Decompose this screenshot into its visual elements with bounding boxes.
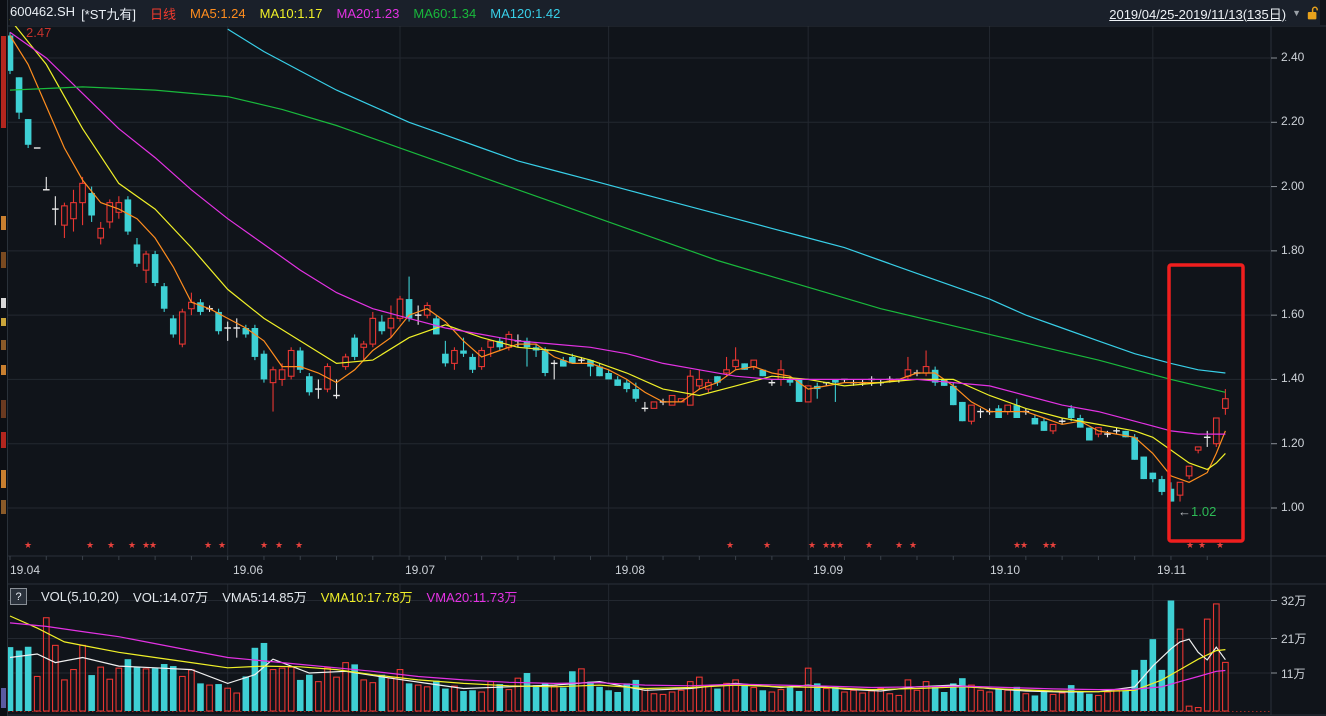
event-star-marker: ★ <box>260 541 268 551</box>
stock-symbol: 600462.SH <box>10 3 76 19</box>
edge-panel-fragment <box>1 365 6 375</box>
unlock-icon[interactable] <box>1307 6 1320 21</box>
event-star-marker: ★ <box>909 541 917 551</box>
vma10-label: VMA10:17.78万 <box>320 590 413 605</box>
event-star-marker: ★ <box>895 541 903 551</box>
left-edge-panel-sliver <box>0 0 8 716</box>
vma5-label: VMA5:14.85万 <box>222 590 307 605</box>
event-star-marker: ★ <box>24 541 32 551</box>
price-axis-label: 2.00 <box>1281 178 1305 193</box>
event-star-marker: ★ <box>1020 541 1028 551</box>
time-axis-label: 19.04 <box>10 563 41 577</box>
volume-axis-label: 21万 <box>1281 632 1307 647</box>
ma-label: MA5:1.24 <box>189 5 246 21</box>
edge-panel-fragment <box>1 252 6 268</box>
edge-panel-fragment <box>1 318 6 326</box>
price-axis-label: 1.00 <box>1281 500 1305 514</box>
event-star-marker: ★ <box>107 541 115 551</box>
price-axis-label: 2.40 <box>1281 50 1305 64</box>
price-axis-label: 1.60 <box>1281 307 1305 322</box>
event-star-marker: ★ <box>836 541 844 551</box>
event-star-marker: ★ <box>149 541 157 551</box>
volume-current-label: VOL:14.07万 <box>133 590 209 605</box>
time-axis-label: 19.11 <box>1157 563 1187 577</box>
event-star-marker: ★ <box>295 541 303 551</box>
price-axis-label: 1.40 <box>1281 371 1305 386</box>
ma-label: MA120:1.42 <box>490 5 561 21</box>
ma-label: MA10:1.17 <box>259 5 323 21</box>
ma-value-labels: MA5:1.24 MA10:1.17 MA20:1.23 MA60:1.34 MA120… <box>190 6 574 21</box>
help-icon[interactable]: ? <box>10 588 27 605</box>
event-star-marker: ★ <box>275 541 283 551</box>
date-range-selector[interactable]: 2019/04/25-2019/11/13(135日) <box>1109 4 1286 23</box>
volume-axis-label: 11万 <box>1281 667 1306 681</box>
time-axis-label: 19.09 <box>813 563 844 577</box>
event-star-marker: ★ <box>726 541 734 551</box>
vma20-label: VMA20:11.73万 <box>426 590 518 605</box>
period-low-annotation: ←1.02 <box>1178 504 1216 519</box>
edge-panel-fragment <box>1 216 6 230</box>
event-star-marker: ★ <box>808 541 816 551</box>
time-axis-label: 19.07 <box>405 563 436 577</box>
edge-panel-fragment <box>1 340 6 350</box>
stock-chart-window: ★ ★ ★ ★ ★ ★ ★ ★ ★ ★ ★ ★ ★ ★ ★ ★ ★ ★ ★ ★ ★ ★ ★ ★ ★ ★ ★ 600462.SH [*… <box>0 0 1326 716</box>
time-axis-label: 19.10 <box>990 563 1021 577</box>
chevron-down-icon[interactable]: ▼ <box>1292 8 1301 18</box>
price-axis-label: 1.80 <box>1281 242 1305 257</box>
event-star-marker: ★ <box>763 541 771 551</box>
ma-label: MA60:1.34 <box>413 5 477 21</box>
edge-panel-fragment <box>1 432 6 448</box>
volume-indicator-label: VOL(5,10,20) <box>41 589 120 604</box>
chart-header: 600462.SH [*ST九有] 日线 MA5:1.24 MA10:1.17 MA… <box>10 0 1320 26</box>
event-star-marker: ★ <box>218 541 226 551</box>
kline-chart-canvas[interactable]: ★ ★ ★ ★ ★★ ★ ★ ★ ★ ★ ★ ★ ★ ★★★ ★ ★ ★ ★★ ★★ ★ ★ ★ <box>0 0 1326 716</box>
price-axis-label: 2.20 <box>1281 114 1305 129</box>
time-axis-label: 19.08 <box>615 563 646 577</box>
left-arrow-icon: ← <box>1178 504 1191 519</box>
price-axis-label: 1.20 <box>1281 435 1305 450</box>
volume-axis-label: 32万 <box>1281 594 1307 609</box>
event-star-marker: ★ <box>1049 541 1057 551</box>
edge-panel-fragment <box>1 400 6 418</box>
edge-panel-fragment <box>1 500 6 514</box>
edge-panel-fragment <box>1 36 6 128</box>
period-label: 日线 <box>149 6 176 22</box>
indicator-readout: 600462.SH [*ST九有] 日线 MA5:1.24 MA10:1.17 MA… <box>10 4 574 23</box>
period-high-annotation: 2.47 <box>26 25 52 40</box>
event-star-marker: ★ <box>865 541 873 551</box>
event-star-marker: ★ <box>86 541 94 551</box>
ma-label: MA20:1.23 <box>336 5 400 21</box>
period-low-value: 1.02 <box>1191 504 1217 519</box>
edge-panel-fragment <box>1 688 6 708</box>
edge-panel-fragment <box>1 470 6 488</box>
event-star-marker: ★ <box>204 541 212 551</box>
time-axis-label: 19.06 <box>233 563 264 577</box>
volume-header: ? VOL(5,10,20) VOL:14.07万 VMA5:14.85万 VM… <box>10 587 517 606</box>
stock-name: [*ST九有] <box>81 6 136 22</box>
event-star-marker: ★ <box>128 541 136 551</box>
edge-panel-fragment <box>1 298 6 308</box>
